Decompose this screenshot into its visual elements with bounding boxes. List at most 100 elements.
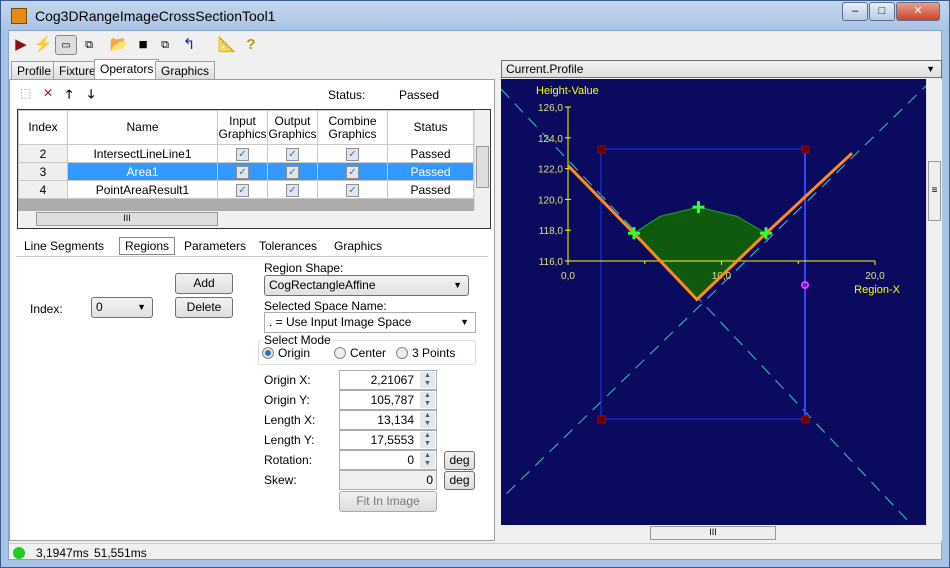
subtab-parameters[interactable]: Parameters (184, 239, 246, 253)
client-area: ▶ ⚡ ▭ ⧉ 📂 ■ ⧉ ↰ 📐 ? Profile Fixture Oper… (8, 30, 942, 560)
col-output-graphics[interactable]: Output Graphics (267, 110, 318, 145)
col-combine-graphics[interactable]: Combine Graphics (317, 110, 388, 145)
row-index: 3 (18, 162, 68, 181)
delete-button[interactable]: Delete (175, 297, 233, 318)
spin-icon[interactable]: ▲ ▼ (420, 392, 435, 408)
run-icon[interactable]: ▶ (11, 35, 31, 55)
combine-graphics-checkbox[interactable]: ✓ (317, 180, 388, 199)
spin-icon[interactable]: ▲ ▼ (420, 432, 435, 448)
row-name[interactable]: IntersectLineLine1 (67, 144, 218, 163)
input-graphics-checkbox[interactable]: ✓ (217, 144, 268, 163)
subtab-regions[interactable]: Regions (119, 237, 176, 255)
vscroll-thumb[interactable]: ≡ (928, 161, 941, 221)
y-tick-label: 118,0 (539, 226, 564, 237)
spin-icon[interactable]: ▲ ▼ (420, 372, 435, 388)
close-button[interactable]: ✕ (896, 2, 940, 21)
row-name[interactable]: Area1 (67, 162, 218, 181)
region-handle (597, 415, 606, 424)
index-label: Index: (30, 302, 63, 316)
col-status[interactable]: Status (387, 110, 474, 145)
field-label: Origin X: (264, 373, 311, 387)
display-vscroll[interactable]: ≡ (926, 79, 942, 525)
fit-in-image-button[interactable]: Fit In Image (339, 491, 437, 512)
mode-3points-radio[interactable]: 3 Points (396, 346, 455, 360)
move-down-icon[interactable]: 🡓 (88, 85, 94, 106)
field-label: Origin Y: (264, 393, 310, 407)
spin-icon[interactable]: ▲ ▼ (420, 452, 435, 468)
delete-operator-icon[interactable]: ✕ (43, 86, 53, 100)
grid-hscroll[interactable]: III (18, 211, 490, 228)
subtab-tolerances[interactable]: Tolerances (259, 239, 317, 253)
hscroll-thumb[interactable]: III (36, 212, 218, 226)
region-handle (801, 145, 810, 154)
field-label: Length X: (264, 413, 316, 427)
row-index: 4 (18, 180, 68, 199)
tab-operators[interactable]: Operators (94, 59, 160, 80)
help-icon[interactable]: ? (241, 35, 261, 55)
table-row[interactable]: 4 PointAreaResult1 ✓ ✓ ✓ Passed (18, 180, 474, 199)
numeric-field[interactable]: 17,5553 ▲ ▼ (339, 430, 437, 450)
app-icon (11, 8, 27, 24)
col-index[interactable]: Index (18, 110, 68, 145)
output-graphics-checkbox[interactable]: ✓ (267, 144, 318, 163)
y-tick-label: 124,0 (538, 134, 563, 145)
calibration-icon[interactable]: 📐 (217, 35, 237, 55)
move-up-icon[interactable]: 🡑 (66, 85, 72, 106)
unit-button[interactable]: deg (444, 451, 475, 470)
input-graphics-checkbox[interactable]: ✓ (217, 162, 268, 181)
input-graphics-checkbox[interactable]: ✓ (217, 180, 268, 199)
combine-graphics-checkbox[interactable]: ✓ (317, 162, 388, 181)
save-settings-icon[interactable]: ⧉ (155, 35, 175, 55)
time-2: 51,551ms (94, 546, 147, 560)
floating-panel-icon[interactable]: ⧉ (79, 35, 99, 55)
save-icon[interactable]: ■ (133, 35, 153, 55)
maximize-button[interactable]: □ (869, 2, 895, 21)
new-operator-icon[interactable]: ⬚ (20, 86, 31, 100)
numeric-field[interactable]: 0 ▲ ▼ (339, 450, 437, 470)
subtab-line-segments[interactable]: Line Segments (24, 239, 104, 253)
status-indicator-icon (13, 547, 25, 559)
status-value: Passed (399, 88, 440, 102)
select-mode-group: Select Mode Origin Center 3 Points (258, 333, 476, 365)
minimize-button[interactable]: – (842, 2, 868, 21)
open-icon[interactable]: 📂 (109, 35, 129, 55)
unit-button[interactable]: deg (444, 471, 475, 490)
tab-graphics[interactable]: Graphics (155, 61, 216, 80)
electric-run-icon[interactable]: ⚡ (33, 35, 53, 55)
show-panel-icon[interactable]: ▭ (55, 35, 77, 55)
col-name[interactable]: Name (67, 110, 218, 145)
reset-icon[interactable]: ↰ (179, 35, 199, 55)
subtab-bar: Line Segments Regions Parameters Toleran… (16, 235, 488, 257)
table-row[interactable]: 3 Area1 ✓ ✓ ✓ Passed (18, 162, 474, 181)
combine-graphics-checkbox[interactable]: ✓ (317, 144, 388, 163)
numeric-field[interactable]: 105,787 ▲ ▼ (339, 390, 437, 410)
display-selector[interactable]: Current.Profile ▼ (501, 60, 942, 78)
output-graphics-checkbox[interactable]: ✓ (267, 180, 318, 199)
region-shape-select[interactable]: CogRectangleAffine ▼ (264, 275, 469, 296)
index-select[interactable]: 0 ▼ (91, 297, 153, 318)
output-graphics-checkbox[interactable]: ✓ (267, 162, 318, 181)
table-row[interactable]: 2 IntersectLineLine1 ✓ ✓ ✓ Passed (18, 144, 474, 163)
profile-display[interactable]: 116,0 118,0 120,0 122,0 124,0 126,0 0,0 10,0 20,… (501, 79, 942, 541)
tab-profile[interactable]: Profile (11, 61, 58, 80)
display-hscroll[interactable]: III (501, 525, 942, 541)
mode-center-radio[interactable]: Center (334, 346, 386, 360)
spin-icon[interactable]: ▲ ▼ (420, 412, 435, 428)
add-button[interactable]: Add (175, 273, 233, 294)
numeric-field[interactable]: 13,134 ▲ ▼ (339, 410, 437, 430)
operators-panel: ⬚ ✕ 🡑 🡓 Status: Passed Index Name Input … (9, 79, 495, 541)
mode-origin-radio[interactable]: Origin (262, 346, 310, 360)
grid-vscroll[interactable] (474, 110, 490, 211)
row-status: Passed (387, 144, 474, 163)
col-input-graphics[interactable]: Input Graphics (217, 110, 268, 145)
space-name-select[interactable]: . = Use Input Image Space ▼ (264, 312, 476, 333)
x-tick-label: 0,0 (561, 271, 575, 282)
row-index: 2 (18, 144, 68, 163)
numeric-field: 0 (339, 470, 437, 490)
field-label: Skew: (264, 473, 297, 487)
numeric-field[interactable]: 2,21067 ▲ ▼ (339, 370, 437, 390)
subtab-graphics[interactable]: Graphics (334, 239, 382, 253)
row-name[interactable]: PointAreaResult1 (67, 180, 218, 199)
space-name-label: Selected Space Name: (264, 299, 387, 313)
hscroll-thumb[interactable]: III (650, 526, 776, 540)
